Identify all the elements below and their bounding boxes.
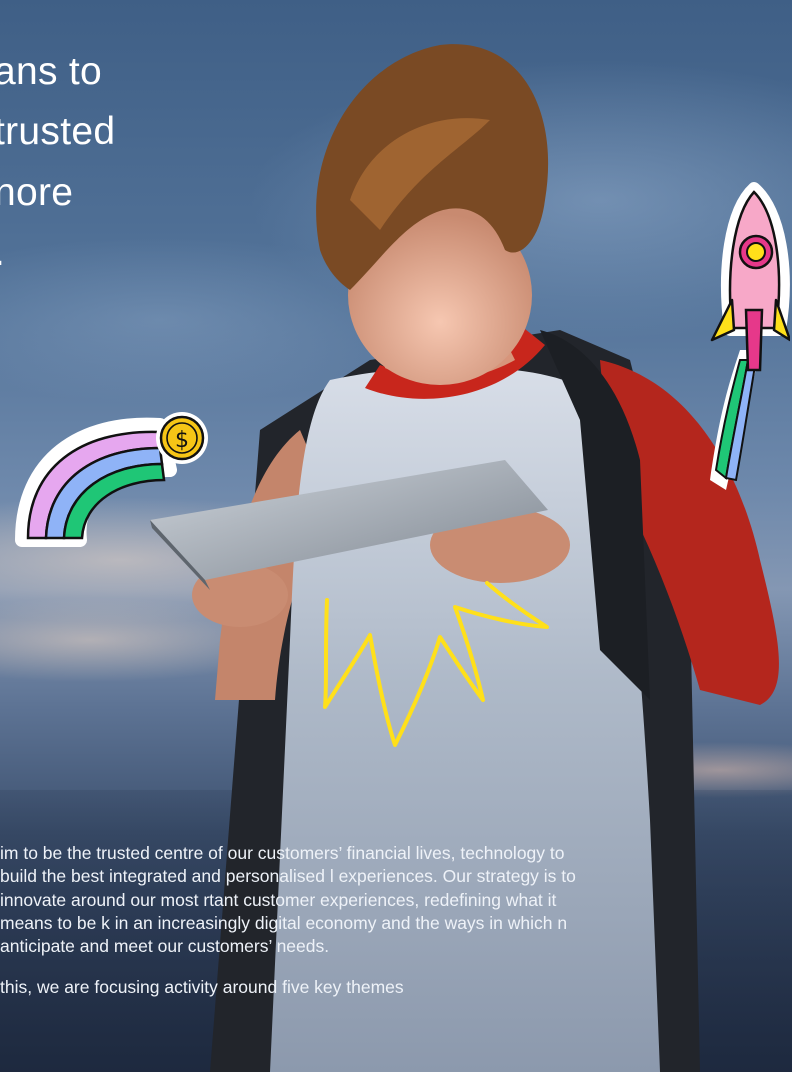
body-paragraph-2: this, we are focusing activity around fi… [0,977,404,998]
svg-text:$: $ [175,428,189,453]
page: ans to trusted nore . $ im to be the tru… [0,0,792,1072]
body-paragraph-1: im to be the trusted centre of our custo… [0,843,576,957]
spark-doodle-icon [323,581,549,747]
body-copy: im to be the trusted centre of our custo… [0,842,600,1018]
headline-line-4: . [0,223,115,283]
rainbow-coin-sticker-icon: $ [15,412,208,547]
headline-line-2: trusted [0,110,116,154]
headline: ans to trusted nore . [0,42,115,284]
rocket-sticker-icon [710,182,790,490]
headline-line-3: nore [0,170,74,214]
headline-line-1: ans to [0,50,103,93]
